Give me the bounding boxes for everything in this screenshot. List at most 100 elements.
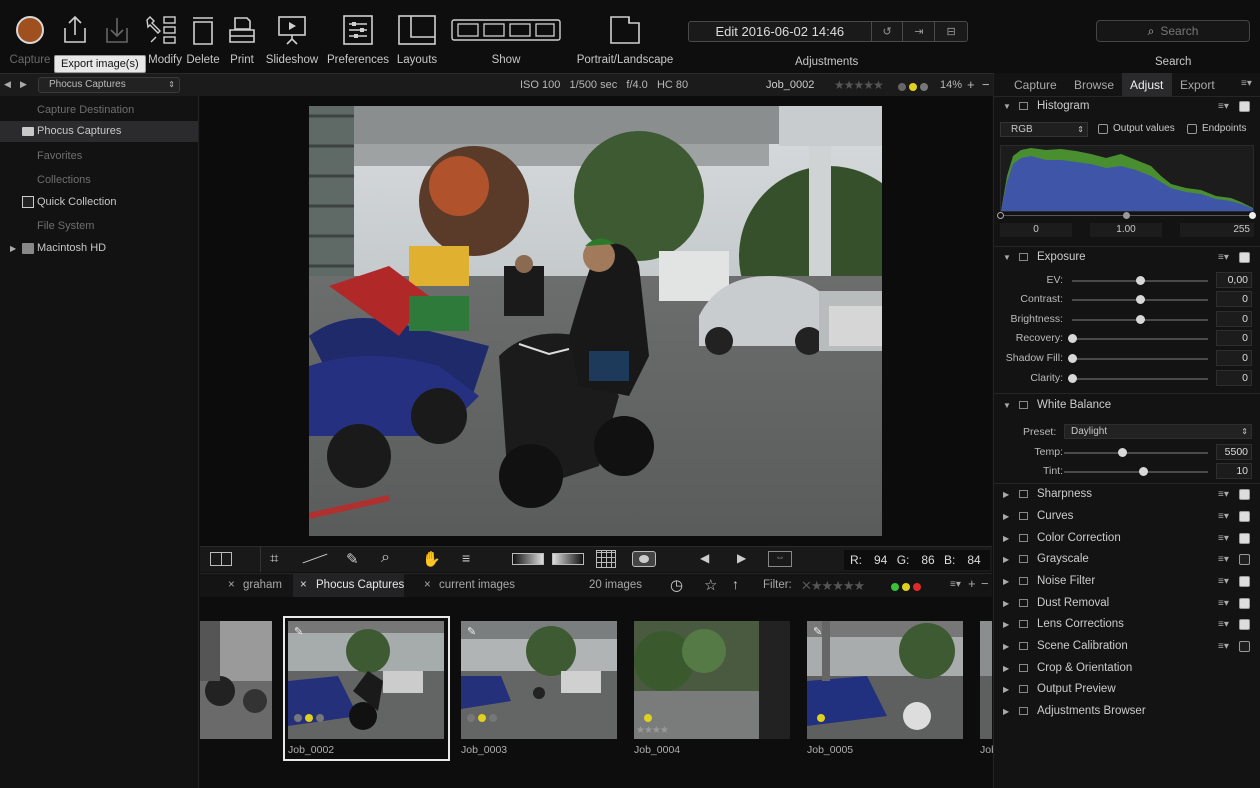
compare-view-icon[interactable] [210, 552, 232, 566]
preferences-button[interactable]: Preferences [326, 12, 390, 66]
thumbnail[interactable] [980, 621, 992, 739]
histogram-enable-checkbox[interactable] [1239, 101, 1250, 112]
layouts-button[interactable]: Layouts [394, 12, 440, 66]
grayscale-section-header[interactable]: ▶ Grayscale ≡▾ [994, 549, 1260, 570]
slideshow-button[interactable]: Slideshow [264, 12, 320, 66]
save-adjustments-button[interactable]: ⊟ [935, 22, 967, 41]
next-image-icon[interactable]: ▶ [737, 551, 746, 565]
slider-knob[interactable] [1068, 334, 1077, 343]
folder-select[interactable]: Phocus Captures ⇕ [38, 77, 180, 93]
disclosure-triangle-icon[interactable]: ▶ [10, 238, 16, 259]
sort-by-date-icon[interactable]: ◷ [670, 576, 683, 594]
tab-adjust[interactable]: Adjust [1130, 78, 1163, 92]
slider-value[interactable]: 0 [1216, 311, 1252, 327]
filter-menu-icon[interactable]: ≡▾ [950, 579, 961, 590]
tab-graham[interactable]: graham [243, 579, 282, 591]
sidebar-item-macintosh-hd[interactable]: ▶ Macintosh HD [0, 238, 198, 259]
tool-menu-icon[interactable]: ≡▾ [1218, 614, 1229, 635]
white-point-value[interactable]: 255 [1180, 223, 1254, 237]
fullscreen-icon[interactable]: ⇔ [768, 551, 792, 567]
brightness-slider[interactable]: Brightness: 0 [994, 310, 1260, 330]
color-labels[interactable] [898, 82, 929, 94]
thumbnail[interactable]: ✎ [461, 621, 617, 739]
back-icon[interactable]: ◀ [4, 79, 11, 90]
loupe-tool-icon[interactable]: ⌕ [381, 549, 390, 567]
modify-button[interactable]: Modify [140, 12, 184, 66]
dust-removal-section-header[interactable]: ▶ Dust Removal ≡▾ [994, 593, 1260, 614]
slider-value[interactable]: 5500 [1216, 444, 1252, 460]
tool-menu-icon[interactable]: ≡▾ [1218, 636, 1229, 657]
tab-browse[interactable]: Browse [1074, 78, 1114, 92]
output-preview-section-header[interactable]: ▶ Output Preview [994, 679, 1260, 700]
show-control[interactable]: Show [450, 12, 562, 66]
tool-menu-icon[interactable]: ≡▾ [1218, 593, 1229, 614]
zoom-out-button[interactable]: − [982, 77, 990, 92]
tab-phocus-captures-close[interactable]: × [300, 579, 307, 591]
curves-section-header[interactable]: ▶ Curves ≡▾ [994, 506, 1260, 527]
contrast-slider[interactable]: Contrast: 0 [994, 290, 1260, 310]
thumbnail[interactable] [200, 621, 272, 739]
eyedropper-icon[interactable]: ✎ [346, 550, 359, 568]
ev-slider[interactable]: EV: 0,00 [994, 271, 1260, 291]
filter-color-labels[interactable] [891, 582, 922, 594]
slider-value[interactable]: 0 [1216, 330, 1252, 346]
black-point-handle[interactable] [997, 212, 1004, 219]
scene-calibration-section-header[interactable]: ▶ Scene Calibration ≡▾ [994, 636, 1260, 657]
add-tab-button[interactable]: + [968, 576, 976, 591]
tool-enable-checkbox[interactable] [1239, 533, 1250, 544]
tool-enable-checkbox[interactable] [1239, 619, 1250, 630]
tint-slider[interactable]: Tint: 10 [994, 462, 1260, 482]
print-button[interactable]: Print [224, 12, 260, 66]
remove-tab-button[interactable]: − [981, 576, 989, 591]
filter-stars-icon[interactable]: ✕★★★★★ [801, 578, 865, 594]
export-button[interactable] [58, 12, 92, 48]
import-button[interactable] [100, 12, 134, 48]
slider-value[interactable]: 0,00 [1216, 272, 1252, 288]
tool-enable-checkbox[interactable] [1239, 641, 1250, 652]
tab-export[interactable]: Export [1180, 78, 1215, 92]
rating-stars-icon[interactable]: ★★★★★ [834, 78, 884, 92]
slider-knob[interactable] [1068, 374, 1077, 383]
tool-options-icon[interactable]: ≡ [462, 550, 470, 566]
delete-button[interactable]: Delete [184, 12, 222, 66]
sharpness-section-header[interactable]: ▶ Sharpness ≡▾ [994, 484, 1260, 505]
histogram-graph[interactable] [1000, 145, 1254, 212]
tool-enable-checkbox[interactable] [1239, 554, 1250, 565]
sidebar-item-phocus-captures[interactable]: Phocus Captures [0, 121, 198, 142]
gamma-value[interactable]: 1.00 [1090, 223, 1162, 237]
histogram-section-header[interactable]: ▼ Histogram ≡▾ [994, 96, 1260, 117]
tool-enable-checkbox[interactable] [1239, 598, 1250, 609]
slider-value[interactable]: 10 [1216, 463, 1252, 479]
sort-direction-icon[interactable]: ↑ [732, 576, 739, 592]
slider-knob[interactable] [1068, 354, 1077, 363]
highlight-mask-icon[interactable] [552, 553, 584, 565]
slider-knob[interactable] [1117, 448, 1127, 457]
crop-tool-icon[interactable]: ⌗ [270, 550, 278, 567]
search-input[interactable]: ⌕ Search [1096, 20, 1250, 42]
slider-value[interactable]: 0 [1216, 350, 1252, 366]
slider-knob[interactable] [1139, 467, 1149, 476]
mask-overlay-icon[interactable] [632, 551, 656, 567]
thumbnail[interactable]: ★★★★ [634, 621, 790, 739]
undo-adjustments-button[interactable]: ↺ [872, 22, 904, 41]
tool-enable-checkbox[interactable] [1239, 511, 1250, 522]
tool-menu-icon[interactable]: ≡▾ [1218, 528, 1229, 549]
edit-version-label[interactable]: Edit 2016-06-02 14:46 [689, 22, 872, 41]
clarity-slider[interactable]: Clarity: 0 [994, 369, 1260, 389]
adjustments-browser-section-header[interactable]: ▶ Adjustments Browser [994, 701, 1260, 722]
tool-menu-icon[interactable]: ≡▾ [1218, 247, 1229, 268]
tab-current-images-close[interactable]: × [424, 579, 431, 591]
slider-knob[interactable] [1136, 315, 1145, 324]
tool-menu-icon[interactable]: ≡▾ [1218, 484, 1229, 505]
tab-current-images[interactable]: current images [439, 579, 515, 591]
thumbnail[interactable]: ✎ [288, 621, 444, 739]
noise-filter-section-header[interactable]: ▶ Noise Filter ≡▾ [994, 571, 1260, 592]
tab-capture[interactable]: Capture [1014, 78, 1057, 92]
capture-button[interactable]: Capture [6, 12, 54, 66]
lens-corrections-section-header[interactable]: ▶ Lens Corrections ≡▾ [994, 614, 1260, 635]
copy-adjustments-button[interactable]: ⇥ [903, 22, 936, 41]
shadow-fill-slider[interactable]: Shadow Fill: 0 [994, 349, 1260, 369]
white-point-handle[interactable] [1249, 212, 1256, 219]
tool-menu-icon[interactable]: ≡▾ [1218, 96, 1229, 117]
tool-enable-checkbox[interactable] [1239, 576, 1250, 587]
